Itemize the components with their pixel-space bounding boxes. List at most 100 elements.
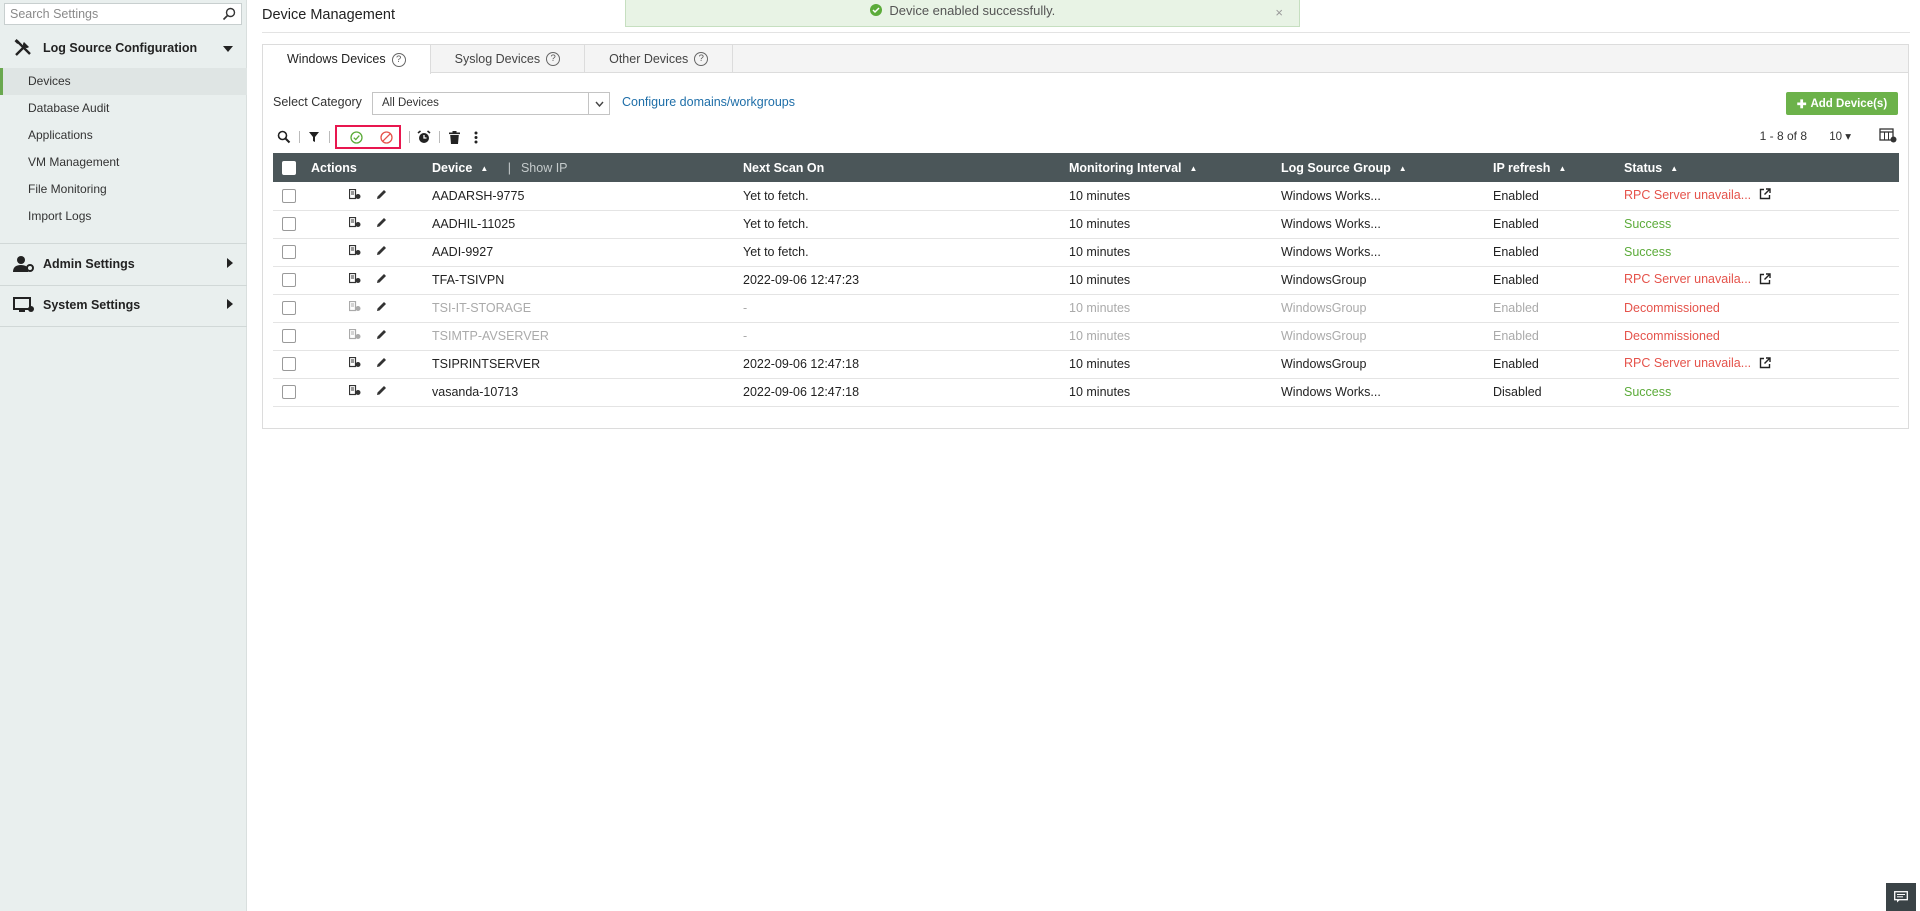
col-group-label: Log Source Group bbox=[1281, 160, 1391, 175]
help-icon[interactable]: ? bbox=[391, 52, 406, 67]
row-checkbox[interactable] bbox=[282, 301, 296, 316]
row-checkbox[interactable] bbox=[282, 245, 296, 260]
toast-message: Device enabled successfully. bbox=[889, 3, 1056, 18]
row-checkbox[interactable] bbox=[282, 189, 296, 204]
caret-down-icon: ▾ bbox=[1845, 131, 1851, 143]
row-select-cell bbox=[273, 182, 311, 211]
device-details-icon[interactable] bbox=[348, 301, 361, 315]
device-details-icon[interactable] bbox=[348, 273, 361, 287]
row-select-cell bbox=[273, 350, 311, 379]
device-name[interactable]: AADARSH-9775 bbox=[432, 182, 743, 211]
more-options-icon[interactable] bbox=[465, 126, 487, 148]
sidebar-item-file-monitoring[interactable]: File Monitoring bbox=[0, 176, 247, 203]
tab-other-devices[interactable]: Other Devices ? bbox=[585, 45, 734, 73]
table-row[interactable]: AADARSH-9775 Yet to fetch. 10 minutes Wi… bbox=[273, 182, 1899, 211]
row-checkbox[interactable] bbox=[282, 357, 296, 372]
edit-pencil-icon[interactable] bbox=[376, 245, 387, 259]
monitoring-interval: 10 minutes bbox=[1069, 378, 1281, 407]
chevron-down-icon[interactable] bbox=[588, 93, 609, 114]
edit-pencil-icon[interactable] bbox=[376, 189, 387, 203]
show-ip-toggle[interactable]: | Show IP bbox=[508, 161, 568, 175]
rows-per-page-select[interactable]: 10 ▾ bbox=[1829, 129, 1851, 143]
tab-syslog-devices[interactable]: Syslog Devices ? bbox=[431, 45, 586, 73]
table-row[interactable]: AADI-9927 Yet to fetch. 10 minutes Windo… bbox=[273, 238, 1899, 267]
delete-icon[interactable] bbox=[443, 126, 465, 148]
table-row[interactable]: TSIMTP-AVSERVER - 10 minutes WindowsGrou… bbox=[273, 322, 1899, 351]
status-cell: RPC Server unavaila... bbox=[1624, 182, 1899, 211]
filter-icon[interactable] bbox=[303, 126, 325, 148]
row-checkbox[interactable] bbox=[282, 217, 296, 232]
search-settings-box[interactable] bbox=[4, 3, 242, 25]
table-row[interactable]: vasanda-10713 2022-09-06 12:47:18 10 min… bbox=[273, 378, 1899, 407]
table-row[interactable]: TSI-IT-STORAGE - 10 minutes WindowsGroup… bbox=[273, 294, 1899, 323]
status-text: Success bbox=[1624, 385, 1672, 399]
ip-refresh: Enabled bbox=[1493, 182, 1624, 211]
disable-device-icon[interactable] bbox=[375, 126, 397, 148]
monitoring-interval: 10 minutes bbox=[1069, 350, 1281, 379]
sidebar-item-database-audit[interactable]: Database Audit bbox=[0, 95, 247, 122]
device-name[interactable]: vasanda-10713 bbox=[432, 378, 743, 407]
row-checkbox[interactable] bbox=[282, 273, 296, 288]
sidebar-item-applications[interactable]: Applications bbox=[0, 122, 247, 149]
status-cell: Success bbox=[1624, 210, 1899, 239]
device-details-icon[interactable] bbox=[348, 245, 361, 259]
configure-domains-link[interactable]: Configure domains/workgroups bbox=[622, 95, 795, 109]
table-row[interactable]: TFA-TSIVPN 2022-09-06 12:47:23 10 minute… bbox=[273, 266, 1899, 295]
sidebar-item-vm-management[interactable]: VM Management bbox=[0, 149, 247, 176]
device-name[interactable]: TSI-IT-STORAGE bbox=[432, 294, 743, 323]
log-source-group: Windows Works... bbox=[1281, 210, 1493, 239]
chat-icon[interactable] bbox=[1886, 883, 1916, 911]
add-devices-button[interactable]: ✚ Add Device(s) bbox=[1786, 92, 1898, 115]
scan-now-icon[interactable] bbox=[413, 126, 435, 148]
col-device[interactable]: Device ▲ | Show IP bbox=[432, 153, 743, 182]
col-log-source-group[interactable]: Log Source Group ▲ bbox=[1281, 153, 1493, 182]
row-actions-cell bbox=[311, 378, 432, 407]
table-row[interactable]: TSIPRINTSERVER 2022-09-06 12:47:18 10 mi… bbox=[273, 350, 1899, 379]
device-name[interactable]: TSIPRINTSERVER bbox=[432, 350, 743, 379]
nav-head-admin-settings[interactable]: Admin Settings bbox=[0, 244, 247, 284]
enable-device-icon[interactable] bbox=[345, 126, 367, 148]
row-checkbox[interactable] bbox=[282, 385, 296, 400]
edit-pencil-icon[interactable] bbox=[376, 329, 387, 343]
col-ip-refresh[interactable]: IP refresh ▲ bbox=[1493, 153, 1624, 182]
col-monitoring-interval[interactable]: Monitoring Interval ▲ bbox=[1069, 153, 1281, 182]
edit-pencil-icon[interactable] bbox=[376, 217, 387, 231]
device-details-icon[interactable] bbox=[348, 357, 361, 371]
help-icon[interactable]: ? bbox=[546, 52, 561, 66]
device-name[interactable]: AADHIL-11025 bbox=[432, 210, 743, 239]
edit-pencil-icon[interactable] bbox=[376, 273, 387, 287]
external-link-icon[interactable] bbox=[1759, 356, 1771, 372]
table-row[interactable]: AADHIL-11025 Yet to fetch. 10 minutes Wi… bbox=[273, 210, 1899, 239]
nav-head-system-settings[interactable]: System Settings bbox=[0, 285, 247, 325]
toast-close-button[interactable]: × bbox=[1275, 2, 1283, 24]
sidebar-item-devices[interactable]: Devices bbox=[0, 68, 247, 95]
device-details-icon[interactable] bbox=[348, 329, 361, 343]
device-details-icon[interactable] bbox=[348, 188, 361, 203]
status-cell: Decommissioned bbox=[1624, 294, 1899, 323]
log-source-group: WindowsGroup bbox=[1281, 350, 1493, 379]
search-settings-input[interactable] bbox=[5, 4, 215, 24]
category-select[interactable]: All Devices bbox=[372, 92, 610, 115]
device-details-icon[interactable] bbox=[348, 217, 361, 231]
device-name[interactable]: TSIMTP-AVSERVER bbox=[432, 322, 743, 351]
nav-head-log-source-configuration[interactable]: Log Source Configuration bbox=[0, 28, 247, 68]
search-icon[interactable] bbox=[273, 126, 295, 148]
help-icon[interactable]: ? bbox=[694, 52, 709, 66]
column-settings-icon[interactable] bbox=[1879, 127, 1897, 146]
device-name[interactable]: AADI-9927 bbox=[432, 238, 743, 267]
row-checkbox[interactable] bbox=[282, 329, 296, 344]
edit-pencil-icon[interactable] bbox=[376, 301, 387, 315]
edit-pencil-icon[interactable] bbox=[376, 357, 387, 371]
external-link-icon[interactable] bbox=[1759, 272, 1771, 288]
search-icon[interactable] bbox=[222, 7, 236, 21]
sidebar-item-import-logs[interactable]: Import Logs bbox=[0, 203, 247, 230]
device-details-icon[interactable] bbox=[348, 385, 361, 399]
device-name[interactable]: TFA-TSIVPN bbox=[432, 266, 743, 295]
col-status[interactable]: Status ▲ bbox=[1624, 153, 1899, 182]
select-all-checkbox[interactable] bbox=[282, 160, 296, 175]
external-link-icon[interactable] bbox=[1759, 188, 1771, 203]
monitoring-interval: 10 minutes bbox=[1069, 238, 1281, 267]
tab-windows-devices[interactable]: Windows Devices ? bbox=[263, 45, 431, 74]
edit-pencil-icon[interactable] bbox=[376, 385, 387, 399]
ip-refresh: Enabled bbox=[1493, 350, 1624, 379]
